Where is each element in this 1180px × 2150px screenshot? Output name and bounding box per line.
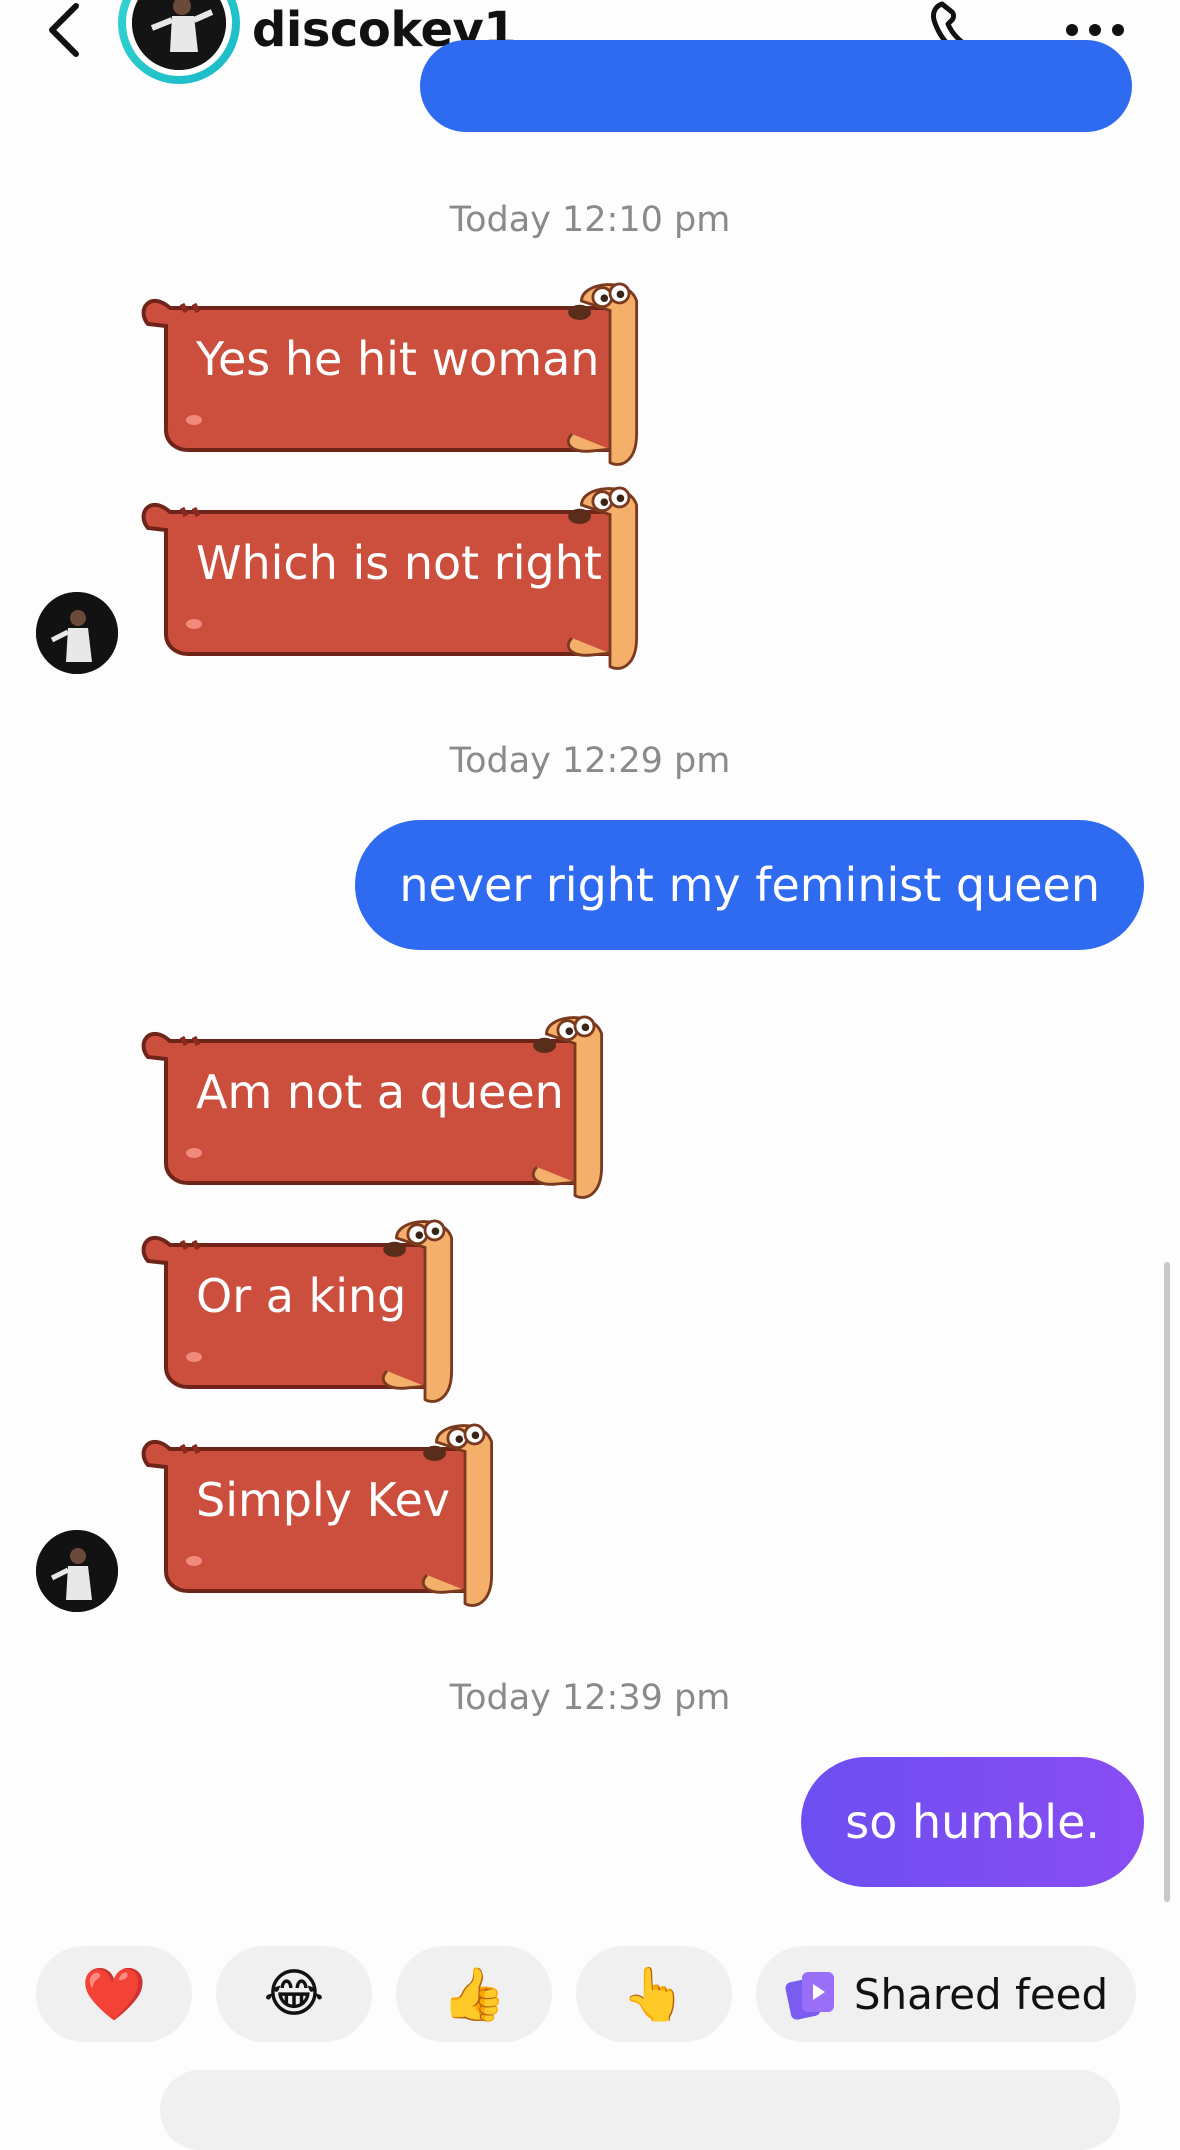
heart-reaction-button[interactable]: ❤️ xyxy=(36,1946,192,2042)
sender-avatar[interactable] xyxy=(36,1530,118,1612)
message-timestamp: Today 12:10 pm xyxy=(449,200,731,240)
shared-feed-icon xyxy=(785,1972,834,2020)
back-button[interactable] xyxy=(40,0,90,60)
laughing-emoji-icon: 😂 xyxy=(263,1964,325,2024)
laugh-reaction-button[interactable]: 😂 xyxy=(216,1946,372,2042)
heart-icon: ❤️ xyxy=(81,1964,147,2025)
thumbs-up-icon: 👍 xyxy=(441,1964,507,2025)
outgoing-message[interactable]: so humble. xyxy=(801,1757,1144,1887)
point-up-icon: 👆 xyxy=(621,1964,687,2025)
sticker-text: Or a king xyxy=(196,1269,407,1323)
sticker-text: Simply Kev xyxy=(196,1473,451,1527)
chevron-left-icon xyxy=(49,3,79,57)
sticker-text: Yes he hit woman xyxy=(196,332,600,386)
outgoing-message[interactable]: never right my feminist queen xyxy=(355,820,1144,950)
sticker-text: Am not a queen xyxy=(196,1065,564,1119)
profile-avatar[interactable] xyxy=(118,0,240,84)
quick-reactions-bar: ❤️ 😂 👍 👆 Shared feed xyxy=(0,1946,1180,2046)
sticker-message[interactable]: Yes he hit woman xyxy=(140,280,660,470)
message-input[interactable] xyxy=(160,2070,1120,2150)
sticker-message[interactable]: Or a king xyxy=(140,1217,475,1407)
scrollbar[interactable] xyxy=(1164,1262,1170,1902)
thumbs-up-reaction-button[interactable]: 👍 xyxy=(396,1946,552,2042)
shared-feed-label: Shared feed xyxy=(853,1969,1109,2019)
sticker-message[interactable]: Am not a queen xyxy=(140,1013,625,1203)
sticker-text: Which is not right xyxy=(196,536,602,590)
sticker-message[interactable]: Which is not right xyxy=(140,484,660,674)
message-timestamp: Today 12:29 pm xyxy=(449,741,731,781)
point-up-reaction-button[interactable]: 👆 xyxy=(576,1946,732,2042)
message-timestamp: Today 12:39 pm xyxy=(449,1678,731,1718)
shared-feed-button[interactable]: Shared feed xyxy=(756,1946,1136,2042)
sender-avatar[interactable] xyxy=(36,592,118,674)
previous-outgoing-bubble[interactable] xyxy=(420,40,1132,132)
sticker-message[interactable]: Simply Kev xyxy=(140,1421,515,1611)
